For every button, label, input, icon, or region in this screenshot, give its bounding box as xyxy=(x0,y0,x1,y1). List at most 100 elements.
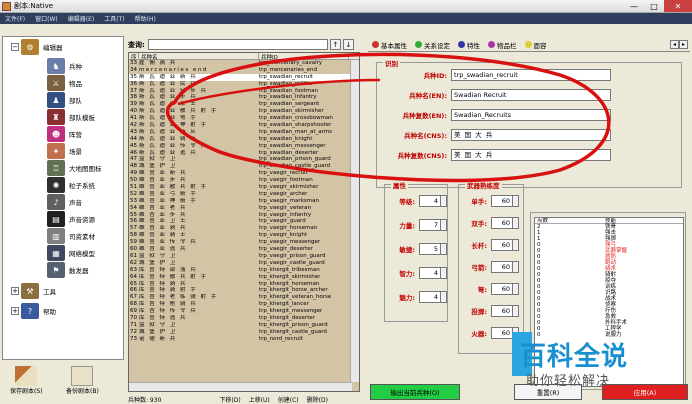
table-row[interactable]: 42 斯 瓦 迪 亚 神 射 手 trp_swadian_sharpshooter xyxy=(129,122,359,129)
tab-traits[interactable]: 特性 xyxy=(454,40,484,50)
spinner[interactable] xyxy=(441,243,447,255)
spinner[interactable] xyxy=(441,291,447,303)
troop-plural-en-field[interactable]: Swadian_Recruits xyxy=(451,109,611,121)
table-row[interactable]: 60 维 吉 亚 逃 兵 trp_vaegir_deserter xyxy=(129,246,359,253)
tree-collapse-icon[interactable]: − xyxy=(11,43,19,51)
table-row[interactable]: 71 监 狱 守 卫 trp_khergit_prison_guard xyxy=(129,322,359,329)
troop-list[interactable]: 序 兵种名 兵种ID 33 雇 佣 骑 兵 trp_mercenary_cavalr… xyxy=(128,52,360,392)
table-row[interactable]: 34 mercenaries end trp_mercenaries_end xyxy=(129,67,359,74)
close-button[interactable]: ✕ xyxy=(664,0,692,12)
spinner[interactable] xyxy=(441,195,447,207)
table-row[interactable]: 35 斯 瓦 迪 亚 新 兵 trp_swadian_recruit xyxy=(129,73,359,81)
table-row[interactable]: 61 监 狱 守 卫 trp_vaegir_prison_guard xyxy=(129,253,359,260)
attribute-value[interactable]: 4 xyxy=(419,291,441,303)
tree-item-particles[interactable]: ✺ 粒子系统 xyxy=(47,177,95,193)
menu-file[interactable]: 文件(F) xyxy=(0,14,30,23)
table-row[interactable]: 70 库 吉 特 逃 兵 trp_khergit_deserter xyxy=(129,315,359,322)
table-row[interactable]: 59 维 吉 亚 传 令 兵 trp_vaegir_messenger xyxy=(129,239,359,246)
spinner[interactable] xyxy=(441,267,447,279)
table-row[interactable]: 62 城 堡 护 卫 trp_vaegir_castle_guard xyxy=(129,260,359,267)
save-script-button[interactable]: 保存剧本(S) xyxy=(10,366,43,395)
troop-name-cns-field[interactable]: 美 国 大 兵 xyxy=(451,129,611,141)
spinner[interactable] xyxy=(513,283,519,295)
table-row[interactable]: 45 斯 瓦 迪 亚 传 令 兵 trp_swadian_messenger xyxy=(129,143,359,150)
table-row[interactable]: 43 斯 瓦 迪 亚 侍 从 trp_swadian_man_at_arms xyxy=(129,129,359,136)
troop-name-en-field[interactable]: Swadian Recruit xyxy=(451,89,611,101)
tab-scroll-left-button[interactable]: ◂ xyxy=(670,40,679,49)
tree-root-editor[interactable]: ⚙ 编辑器 xyxy=(21,39,63,55)
table-row[interactable]: 46 斯 瓦 迪 亚 逃 兵 trp_swadian_deserter xyxy=(129,150,359,157)
attribute-value[interactable]: 4 xyxy=(419,267,441,279)
spinner[interactable] xyxy=(513,195,519,207)
weapon-value[interactable]: 60 xyxy=(491,261,513,273)
table-row[interactable]: 64 库 吉 特 散 兵 射 手 trp_khergit_skirmisher xyxy=(129,274,359,281)
weapon-value[interactable]: 60 xyxy=(491,239,513,251)
table-row[interactable]: 69 库 吉 特 传 令 兵 trp_khergit_messenger xyxy=(129,308,359,315)
table-row[interactable]: 53 维 吉 亚 神 箭 手 trp_vaegir_marksman xyxy=(129,198,359,205)
table-row[interactable]: 39 斯 瓦 迪 亚 军 士 trp_swadian_sergeant xyxy=(129,101,359,108)
table-row[interactable]: 67 库 吉 特 老 练 骑 射 手 trp_khergit_veteran_hor… xyxy=(129,294,359,301)
export-current-button[interactable]: 输出当前兵种(O) xyxy=(370,384,460,400)
attribute-value[interactable]: 5 xyxy=(419,243,441,255)
query-input[interactable] xyxy=(148,39,328,50)
tools-expand-icon[interactable]: + xyxy=(11,287,19,295)
tab-basic[interactable]: 基本属性 xyxy=(368,40,411,50)
table-row[interactable]: 73 诺 德 新 兵 trp_nord_recruit xyxy=(129,336,359,343)
table-row[interactable]: 40 斯 瓦 迪 亚 散 兵 射 手 trp_swadian_skirmisher xyxy=(129,108,359,115)
weapon-value[interactable]: 60 xyxy=(491,217,513,229)
table-row[interactable]: 36 斯 瓦 迪 亚 民 兵 trp_swadian_militia xyxy=(129,81,359,88)
tree-item-sounds[interactable]: ♪ 声音 xyxy=(47,194,82,210)
spinner[interactable] xyxy=(513,217,519,229)
list-vertical-scrollbar[interactable] xyxy=(350,60,359,382)
tree-item-sound-resources[interactable]: ▤ 声音资源 xyxy=(47,211,95,227)
menu-tools[interactable]: 工具(T) xyxy=(99,14,129,23)
weapon-value[interactable]: 60 xyxy=(491,283,513,295)
tree-item-map-icons[interactable]: ♖ 大地图图标 xyxy=(47,160,102,176)
tree-item-triggers[interactable]: ⚑ 触发器 xyxy=(47,262,89,278)
table-row[interactable]: 38 斯 瓦 迪 亚 步 兵 trp_swadian_infantry xyxy=(129,94,359,101)
table-row[interactable]: 66 库 吉 特 骑 射 手 trp_khergit_horse_archer xyxy=(129,287,359,294)
table-row[interactable]: 44 斯 瓦 迪 亚 骑 士 trp_swadian_knight xyxy=(129,136,359,143)
table-row[interactable]: 65 库 吉 特 骑 兵 trp_khergit_horseman xyxy=(129,281,359,288)
col-index[interactable]: 序 xyxy=(129,53,139,61)
list-horizontal-scrollbar[interactable] xyxy=(129,382,352,391)
table-row[interactable]: 52 维 吉 亚 弓 箭 手 trp_vaegir_archer xyxy=(129,191,359,198)
menu-editor[interactable]: 编辑器(E) xyxy=(63,14,99,23)
table-row[interactable]: 54 维 吉 亚 老 兵 trp_vaegir_veteran xyxy=(129,205,359,212)
backup-script-button[interactable]: 备份剧本(B) xyxy=(66,366,99,395)
spinner[interactable] xyxy=(513,239,519,251)
query-down-button[interactable]: ↓ xyxy=(343,39,354,50)
table-row[interactable]: 49 维 吉 亚 新 兵 trp_vaegir_recruit xyxy=(129,170,359,177)
weapon-value[interactable]: 60 xyxy=(491,195,513,207)
tree-item-items[interactable]: ⚔ 物品 xyxy=(47,75,82,91)
minimize-button[interactable]: — xyxy=(624,0,644,12)
table-row[interactable]: 57 维 吉 亚 骑 兵 trp_vaegir_horseman xyxy=(129,225,359,232)
maximize-button[interactable]: □ xyxy=(644,0,664,12)
weapon-value[interactable]: 60 xyxy=(491,327,513,339)
move-up-button[interactable]: 上移(U) xyxy=(249,395,270,404)
table-row[interactable]: 41 斯 瓦 迪 亚 弩 手 trp_swadian_crossbowman xyxy=(129,115,359,122)
table-row[interactable]: 33 雇 佣 骑 兵 trp_mercenary_cavalry xyxy=(129,60,359,67)
tab-face[interactable]: 面容 xyxy=(521,40,551,50)
tab-scroll-right-button[interactable]: ▸ xyxy=(679,40,688,49)
table-row[interactable]: 58 维 吉 亚 骑 士 trp_vaegir_knight xyxy=(129,232,359,239)
troop-id-field[interactable]: trp_swadian_recruit xyxy=(451,69,611,81)
table-row[interactable]: 72 城 堡 护 卫 trp_khergit_castle_guard xyxy=(129,329,359,336)
move-down-button[interactable]: 下移(D) xyxy=(219,395,240,404)
tree-item-scenes[interactable]: ✦ 场景 xyxy=(47,143,82,159)
table-row[interactable]: 68 库 吉 特 枪 骑 兵 trp_khergit_lancer xyxy=(129,301,359,308)
col-id[interactable]: 兵种ID xyxy=(259,53,349,61)
col-name[interactable]: 兵种名 xyxy=(139,53,259,61)
table-row[interactable]: 56 维 吉 亚 卫 士 trp_vaegir_guard xyxy=(129,218,359,225)
help-expand-icon[interactable]: + xyxy=(11,307,19,315)
tree-item-parties[interactable]: ♟ 部队 xyxy=(47,92,82,108)
table-row[interactable]: 47 监 狱 守 卫 trp_swadian_prison_guard xyxy=(129,156,359,163)
table-row[interactable]: 63 库 吉 特 部 落 兵 trp_khergit_tribesman xyxy=(129,267,359,274)
query-up-button[interactable]: ↑ xyxy=(330,39,341,50)
table-row[interactable]: 51 维 吉 亚 散 兵 射 手 trp_vaegir_skirmisher xyxy=(129,184,359,191)
tree-item-party-templates[interactable]: ♜ 部队模板 xyxy=(47,109,95,125)
create-button[interactable]: 创建(C) xyxy=(278,395,299,404)
table-row[interactable]: 48 城 堡 护 卫 trp_swadian_castle_guard xyxy=(129,163,359,170)
tree-help[interactable]: ? 帮助 xyxy=(21,303,56,319)
tree-item-factions[interactable]: ☻ 阵营 xyxy=(47,126,82,142)
